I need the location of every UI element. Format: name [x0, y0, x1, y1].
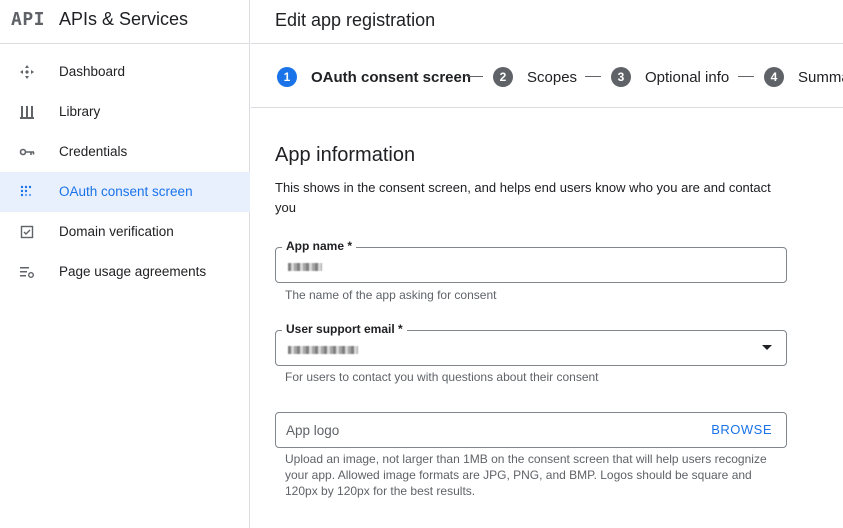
page-title: Edit app registration	[275, 10, 436, 30]
app-name-value-redacted	[288, 258, 322, 273]
step-label: OAuth consent screen	[311, 68, 472, 86]
step-connector	[467, 76, 483, 77]
page-header: Edit app registration	[251, 0, 843, 44]
step-connector	[738, 76, 754, 77]
support-email-helper: For users to contact you with questions …	[285, 370, 599, 384]
support-email-value-redacted	[288, 341, 358, 356]
sidebar: API APIs & Services Dashboard Library Cr…	[0, 0, 250, 528]
step-number: 2	[493, 67, 513, 87]
sidebar-nav: Dashboard Library Credentials OAuth cons…	[0, 52, 250, 292]
library-icon	[19, 104, 35, 120]
step-scopes[interactable]: 2 Scopes	[493, 66, 577, 88]
sidebar-item-label: Library	[59, 104, 101, 119]
step-number: 3	[611, 67, 631, 87]
step-summary[interactable]: 4 Summa	[764, 66, 843, 88]
brand-header: API APIs & Services	[0, 0, 250, 44]
dropdown-arrow-icon[interactable]	[762, 345, 772, 350]
settings-list-icon	[19, 264, 35, 280]
step-oauth-consent-screen[interactable]: 1 OAuth consent screen	[277, 66, 471, 88]
main-content: App information This shows in the consen…	[251, 108, 843, 528]
app-logo-field[interactable]: App logo BROWSE	[275, 412, 787, 448]
sidebar-item-dashboard[interactable]: Dashboard	[0, 52, 250, 92]
app-name-field[interactable]: App name *	[275, 239, 787, 283]
sidebar-item-label: Domain verification	[59, 224, 174, 239]
stepper: 1 OAuth consent screen 2 Scopes 3 Option…	[251, 44, 843, 108]
step-label: Summa	[798, 68, 843, 86]
product-title[interactable]: APIs & Services	[59, 9, 188, 30]
sidebar-item-domain-verification[interactable]: Domain verification	[0, 212, 250, 252]
checkbox-icon	[19, 224, 35, 240]
dashboard-icon	[19, 64, 35, 80]
app-logo-helper: Upload an image, not larger than 1MB on …	[285, 452, 767, 498]
api-logo: API	[11, 9, 46, 30]
sidebar-item-label: Credentials	[59, 144, 128, 159]
app-logo-placeholder: App logo	[286, 423, 340, 438]
step-label: Scopes	[527, 68, 578, 86]
section-title: App information	[275, 144, 416, 166]
app-name-helper: The name of the app asking for consent	[285, 288, 497, 302]
app-name-label: App name *	[282, 239, 357, 253]
key-icon	[19, 144, 35, 160]
sidebar-item-label: OAuth consent screen	[59, 184, 193, 199]
sidebar-item-library[interactable]: Library	[0, 92, 250, 132]
sidebar-item-page-usage-agreements[interactable]: Page usage agreements	[0, 252, 250, 292]
consent-icon	[19, 184, 35, 200]
section-description: This shows in the consent screen, and he…	[275, 180, 771, 215]
step-connector	[585, 76, 601, 77]
step-number: 4	[764, 67, 784, 87]
support-email-select[interactable]: User support email *	[275, 322, 787, 366]
sidebar-item-credentials[interactable]: Credentials	[0, 132, 250, 172]
sidebar-item-label: Page usage agreements	[59, 264, 207, 279]
browse-button[interactable]: BROWSE	[711, 422, 772, 437]
step-optional-info[interactable]: 3 Optional info	[611, 66, 729, 88]
sidebar-item-label: Dashboard	[59, 64, 126, 79]
step-label: Optional info	[645, 68, 730, 86]
support-email-label: User support email *	[282, 322, 407, 336]
sidebar-item-oauth-consent-screen[interactable]: OAuth consent screen	[0, 172, 250, 212]
step-number: 1	[277, 67, 297, 87]
